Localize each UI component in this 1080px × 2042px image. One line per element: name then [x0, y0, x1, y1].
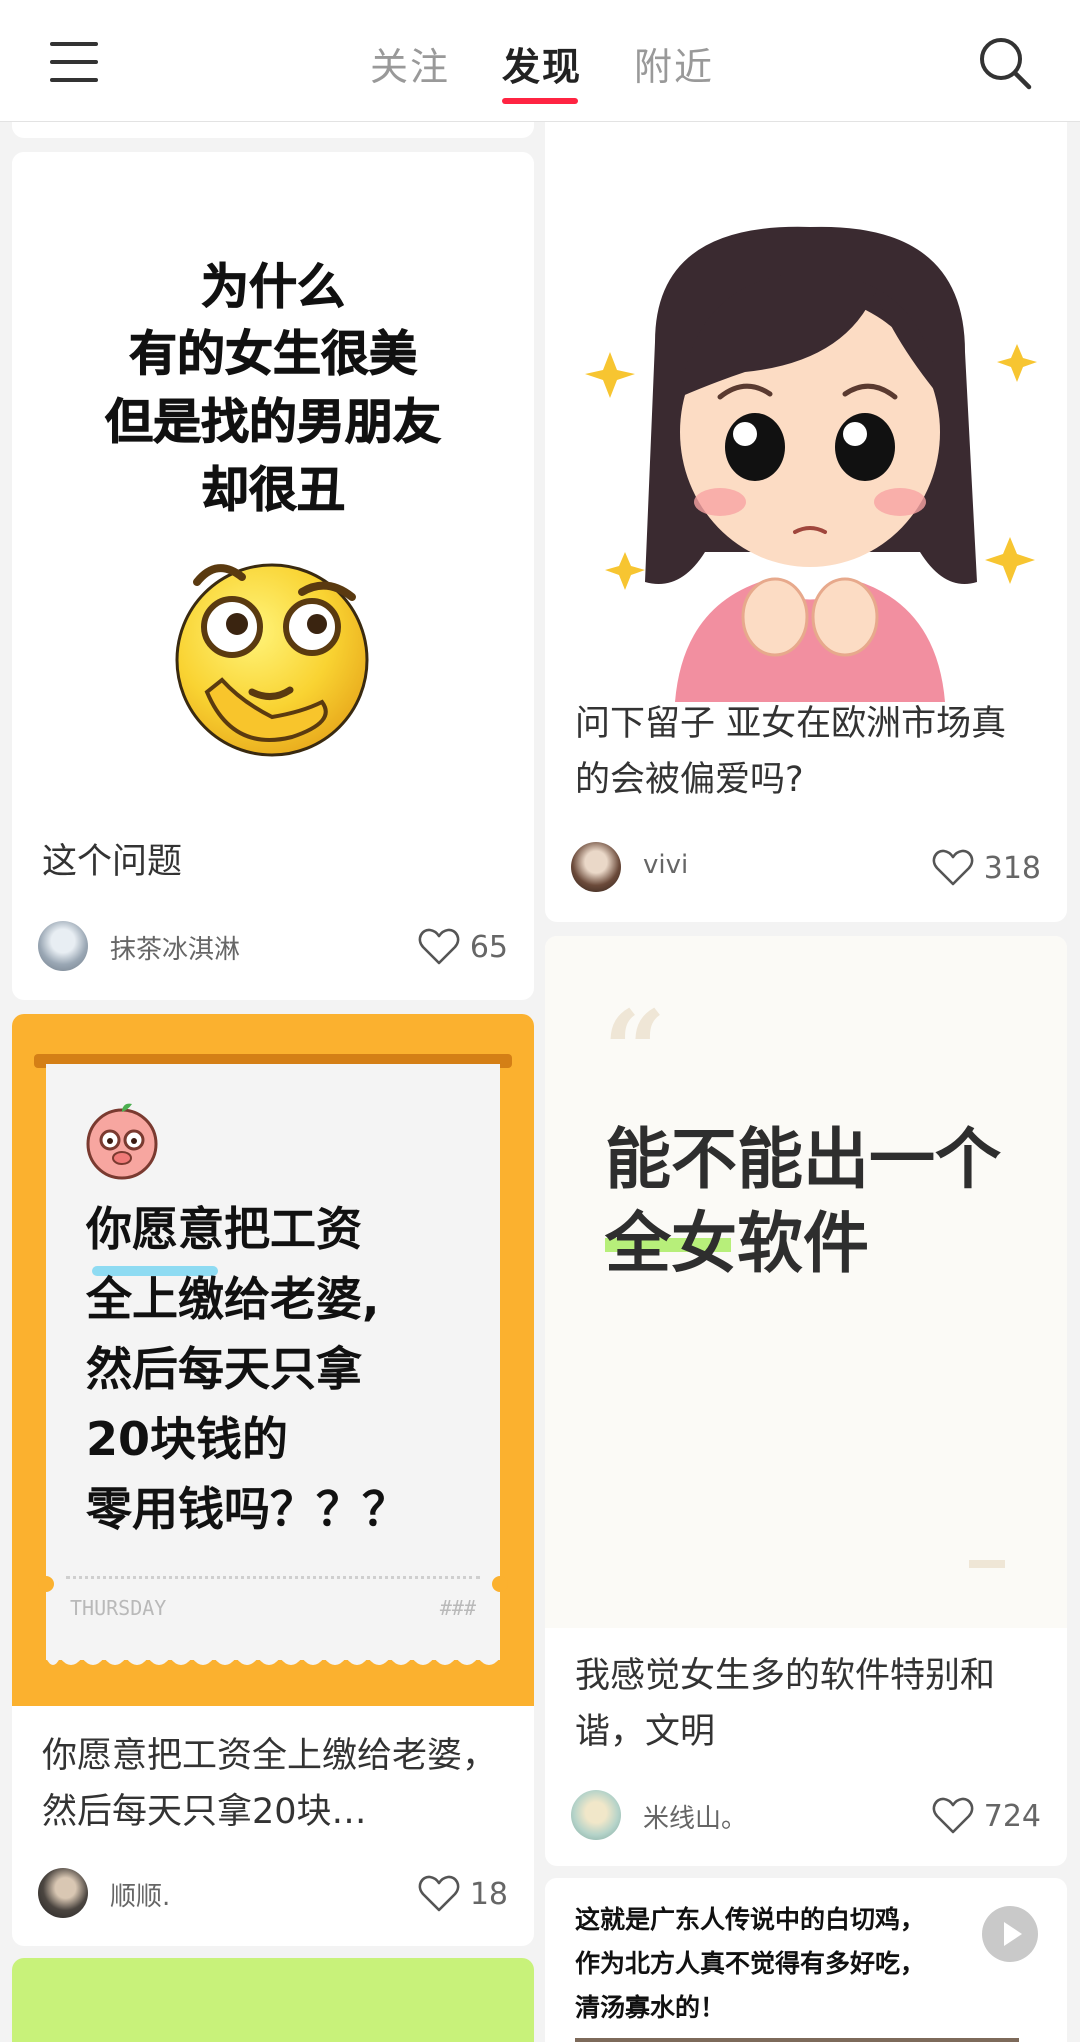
- card-meta: 抹茶冰淇淋 65: [38, 919, 508, 973]
- heart-icon: [932, 849, 974, 886]
- search-icon[interactable]: [978, 36, 1032, 90]
- like-button[interactable]: 65: [418, 925, 508, 969]
- feed-tabs: 关注 发现 附近: [0, 0, 1080, 122]
- video-thumbnail-strip: [575, 2038, 1019, 2042]
- cover-footer-right: ###: [439, 1596, 476, 1620]
- quote-mark: “: [603, 986, 667, 1115]
- tab-discover[interactable]: 发现: [502, 36, 582, 91]
- author-name[interactable]: 顺顺.: [110, 1876, 170, 1913]
- tab-follow[interactable]: 关注: [370, 36, 450, 91]
- card-meta: 米线山。 724: [571, 1788, 1041, 1842]
- tab-nearby[interactable]: 附近: [634, 36, 714, 91]
- cover-text: 全女软件: [605, 1205, 869, 1282]
- card-title[interactable]: 这个问题: [42, 834, 508, 890]
- pig-icon: [86, 1103, 158, 1180]
- like-count: 318: [983, 850, 1041, 886]
- cover-text: 清汤寡水的！: [575, 1993, 726, 2022]
- cover-text: 零用钱吗？？？: [86, 1482, 408, 1536]
- cover-text: 然后每天只拿: [86, 1342, 362, 1396]
- card-cover-image: “ 能不能出一个 全女软件: [545, 936, 1067, 1628]
- ticket-notch: [38, 1576, 54, 1592]
- cover-text: 有的女生很美: [128, 326, 417, 383]
- card-meta: vivi 318: [571, 840, 1041, 894]
- card-cover-image: 这就是广东人传说中的白切鸡， 作为北方人真不觉得有多好吃， 清汤寡水的！: [545, 1878, 1067, 2042]
- feed-card[interactable]: “ 能不能出一个 全女软件 我感觉女生多的软件特别和谐，文明 米线山。 724: [545, 936, 1067, 1866]
- card-cover-image: 你愿意把工资 全上缴给老婆, 然后每天只拿 20块钱的 零用钱吗？？？ THUR…: [12, 1014, 534, 1706]
- feed-card-partial[interactable]: [12, 1958, 534, 2042]
- author-name[interactable]: vivi: [643, 850, 688, 880]
- like-button[interactable]: 724: [932, 1794, 1041, 1838]
- thinking-emoji-icon: [175, 563, 369, 757]
- heart-icon: [932, 1797, 974, 1834]
- decor-dash: [969, 1560, 1005, 1568]
- cover-text: 20块钱的: [86, 1412, 289, 1466]
- feed-card[interactable]: 问下留子 亚女在欧洲市场真的会被偏爱吗? vivi 318: [545, 112, 1067, 922]
- avatar[interactable]: [571, 842, 621, 892]
- play-icon[interactable]: [982, 1906, 1038, 1962]
- ticket-notch: [492, 1576, 508, 1592]
- feed-card[interactable]: 这就是广东人传说中的白切鸡， 作为北方人真不觉得有多好吃， 清汤寡水的！: [545, 1878, 1067, 2042]
- dotted-divider: [66, 1576, 480, 1579]
- card-title[interactable]: 我感觉女生多的软件特别和谐，文明: [575, 1648, 1041, 1760]
- like-count: 724: [983, 1798, 1041, 1834]
- avatar[interactable]: [38, 1868, 88, 1918]
- avatar[interactable]: [38, 921, 88, 971]
- note-paper: 你愿意把工资 全上缴给老婆, 然后每天只拿 20块钱的 零用钱吗？？？ THUR…: [46, 1064, 500, 1660]
- active-tab-indicator: [502, 98, 578, 104]
- cover-text: 你愿意把工资: [86, 1202, 362, 1256]
- card-cover-image: 为什么 有的女生很美 但是找的男朋友 却很丑: [12, 152, 534, 812]
- top-bar: 关注 发现 附近: [0, 0, 1080, 122]
- like-button[interactable]: 318: [932, 846, 1041, 890]
- cover-text: 能不能出一个: [605, 1121, 1001, 1198]
- cover-text: 作为北方人真不觉得有多好吃，: [575, 1949, 926, 1978]
- author-name[interactable]: 抹茶冰淇淋: [110, 929, 240, 966]
- card-cover-image: [545, 112, 1067, 702]
- like-button[interactable]: 18: [418, 1872, 508, 1916]
- heart-icon: [418, 1875, 460, 1912]
- like-count: 65: [469, 929, 508, 965]
- avatar[interactable]: [571, 1790, 621, 1840]
- cover-text: 但是找的男朋友: [104, 394, 441, 451]
- cover-footer-left: THURSDAY: [70, 1596, 167, 1620]
- cover-text: 为什么: [200, 259, 345, 316]
- card-meta: 顺顺. 18: [38, 1866, 508, 1920]
- card-title[interactable]: 问下留子 亚女在欧洲市场真的会被偏爱吗?: [575, 696, 1041, 808]
- feed-card[interactable]: 为什么 有的女生很美 但是找的男朋友 却很丑 这个问题 抹茶冰淇淋 65: [12, 152, 534, 1000]
- feed-card[interactable]: 你愿意把工资 全上缴给老婆, 然后每天只拿 20块钱的 零用钱吗？？？ THUR…: [12, 1014, 534, 1946]
- cover-text: 却很丑: [200, 462, 345, 519]
- heart-icon: [418, 928, 460, 965]
- author-name[interactable]: 米线山。: [643, 1798, 747, 1835]
- cover-text: 这就是广东人传说中的白切鸡，: [575, 1905, 926, 1934]
- girl-illustration-icon: [585, 226, 1037, 702]
- card-title[interactable]: 你愿意把工资全上缴给老婆，然后每天只拿20块…: [42, 1728, 508, 1840]
- like-count: 18: [469, 1876, 508, 1912]
- cover-text: 全上缴给老婆,: [86, 1272, 380, 1326]
- scalloped-edge: [46, 1648, 500, 1665]
